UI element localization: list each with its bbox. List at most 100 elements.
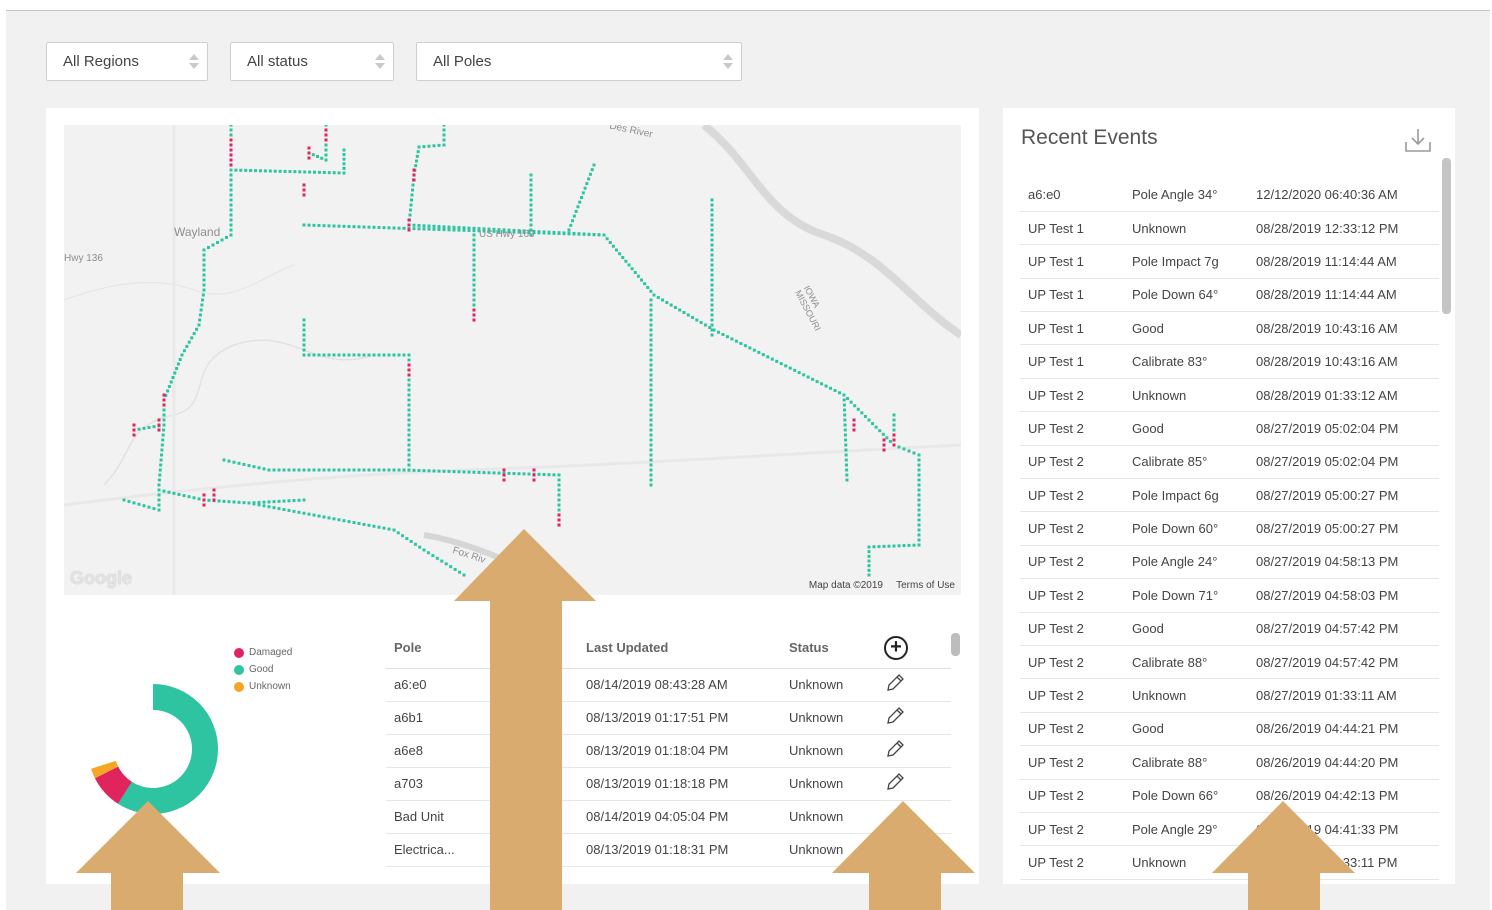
event-row[interactable]: UP Test 1 Pole Down 64° 08/28/2019 11:14:4…: [1020, 278, 1439, 313]
pole-marker-good[interactable]: [172, 491, 176, 495]
pole-marker-good[interactable]: [572, 214, 576, 218]
pole-marker-good[interactable]: [442, 125, 446, 127]
pole-marker-good[interactable]: [427, 469, 431, 473]
pole-marker-good[interactable]: [347, 468, 351, 472]
pole-marker-good[interactable]: [682, 311, 686, 314]
pole-marker-good[interactable]: [402, 468, 406, 472]
pole-marker-good[interactable]: [247, 501, 251, 505]
pole-marker-good[interactable]: [158, 473, 162, 477]
pole-marker-good[interactable]: [649, 483, 653, 487]
pole-marker-good[interactable]: [843, 423, 847, 427]
pole-marker-good[interactable]: [710, 243, 714, 247]
pole-marker-good[interactable]: [917, 538, 921, 542]
pole-marker-good[interactable]: [127, 499, 131, 503]
pole-marker-good[interactable]: [571, 219, 575, 223]
event-row[interactable]: UP Test 1 Pole Impact 7g 08/28/2019 11:14:…: [1020, 244, 1439, 279]
pole-marker-damaged[interactable]: [212, 488, 216, 492]
pole-marker-good[interactable]: [447, 225, 451, 229]
pole-marker-good[interactable]: [229, 128, 233, 132]
pole-marker-good[interactable]: [435, 556, 439, 560]
pole-marker-good[interactable]: [372, 468, 376, 472]
pole-marker-good[interactable]: [649, 428, 653, 432]
pole-marker-good[interactable]: [167, 490, 171, 494]
pole-marker-good[interactable]: [232, 460, 236, 464]
pole-marker-good[interactable]: [237, 461, 241, 465]
pole-marker-damaged[interactable]: [229, 158, 233, 162]
pole-marker-good[interactable]: [407, 468, 411, 472]
pole-marker-good[interactable]: [387, 527, 391, 531]
pole-marker-good[interactable]: [407, 398, 411, 402]
pole-marker-good[interactable]: [640, 278, 643, 282]
pole-marker-good[interactable]: [407, 393, 411, 397]
event-row[interactable]: UP Test 2 Pole Impact 6g 08/27/2019 05:00:…: [1020, 478, 1439, 513]
pole-marker-good[interactable]: [590, 168, 594, 172]
pole-marker-good[interactable]: [132, 501, 136, 505]
pole-marker-good[interactable]: [557, 483, 561, 487]
pole-marker-good[interactable]: [142, 504, 146, 508]
pole-marker-good[interactable]: [322, 468, 326, 472]
pole-marker-good[interactable]: [320, 156, 324, 160]
event-row[interactable]: UP Test 2 Calibrate 88° 08/27/2019 04:57:4…: [1020, 645, 1439, 680]
pole-marker-good[interactable]: [669, 303, 673, 307]
pole-marker-good[interactable]: [710, 248, 714, 252]
pole-marker-good[interactable]: [557, 498, 561, 502]
pole-marker-good[interactable]: [317, 353, 321, 357]
pole-marker-good[interactable]: [262, 500, 266, 504]
pole-marker-good[interactable]: [710, 273, 714, 277]
pole-marker-good[interactable]: [867, 550, 871, 554]
pole-marker-damaged[interactable]: [132, 433, 136, 437]
pole-marker-good[interactable]: [312, 468, 316, 472]
pole-marker-good[interactable]: [317, 514, 321, 518]
pole-marker-good[interactable]: [293, 170, 297, 174]
pole-marker-good[interactable]: [197, 323, 201, 327]
pole-marker-good[interactable]: [422, 224, 426, 228]
pole-marker-good[interactable]: [649, 373, 653, 377]
pole-map[interactable]: Wayland Hwy 136 US Hwy 160 IOWA MISSOURI…: [64, 125, 961, 595]
pole-marker-good[interactable]: [312, 513, 316, 517]
pole-marker-good[interactable]: [845, 478, 849, 482]
pole-marker-good[interactable]: [157, 493, 161, 497]
pole-marker-good[interactable]: [414, 164, 418, 168]
pole-marker-good[interactable]: [207, 246, 210, 249]
table-row[interactable]: a703 08/13/2019 01:18:18 PM Unknown: [386, 767, 951, 801]
pole-marker-good[interactable]: [411, 183, 415, 187]
pole-marker-good[interactable]: [257, 466, 261, 470]
pole-marker-good[interactable]: [199, 308, 203, 312]
pole-marker-good[interactable]: [397, 468, 401, 472]
pole-marker-good[interactable]: [917, 473, 921, 477]
pole-marker-good[interactable]: [342, 157, 346, 161]
pole-marker-good[interactable]: [917, 498, 921, 502]
pole-marker-good[interactable]: [160, 453, 163, 457]
pole-marker-good[interactable]: [442, 143, 446, 147]
pole-marker-good[interactable]: [159, 458, 163, 462]
pole-marker-good[interactable]: [649, 313, 653, 317]
pole-marker-good[interactable]: [710, 328, 714, 332]
pole-marker-good[interactable]: [472, 283, 476, 287]
edit-button[interactable]: [876, 800, 951, 834]
pole-marker-good[interactable]: [220, 238, 224, 242]
pole-marker-good[interactable]: [342, 468, 346, 472]
pole-marker-good[interactable]: [562, 232, 566, 236]
pole-marker-good[interactable]: [752, 348, 756, 352]
pole-marker-good[interactable]: [382, 353, 386, 357]
pole-marker-good[interactable]: [529, 208, 533, 212]
pole-marker-good[interactable]: [337, 518, 341, 522]
pole-marker-good[interactable]: [497, 471, 501, 475]
pole-marker-good[interactable]: [407, 433, 411, 437]
pole-marker-good[interactable]: [907, 543, 911, 547]
pole-marker-good[interactable]: [853, 404, 857, 408]
pole-marker-good[interactable]: [229, 223, 233, 227]
pole-marker-good[interactable]: [202, 278, 206, 282]
pole-marker-good[interactable]: [342, 162, 346, 166]
pole-marker-damaged[interactable]: [412, 168, 416, 172]
pole-marker-good[interactable]: [417, 145, 421, 149]
pole-marker-good[interactable]: [618, 252, 622, 256]
pole-marker-good[interactable]: [547, 473, 551, 477]
poles-select[interactable]: All Poles: [416, 42, 742, 81]
pole-marker-good[interactable]: [317, 170, 321, 174]
event-row[interactable]: UP Test 2 Pole Down 71° 08/27/2019 04:58:0…: [1020, 578, 1439, 613]
pole-marker-good[interactable]: [665, 301, 669, 304]
pole-marker-damaged[interactable]: [307, 151, 311, 155]
pole-marker-good[interactable]: [574, 209, 578, 213]
pole-marker-damaged[interactable]: [229, 163, 233, 167]
